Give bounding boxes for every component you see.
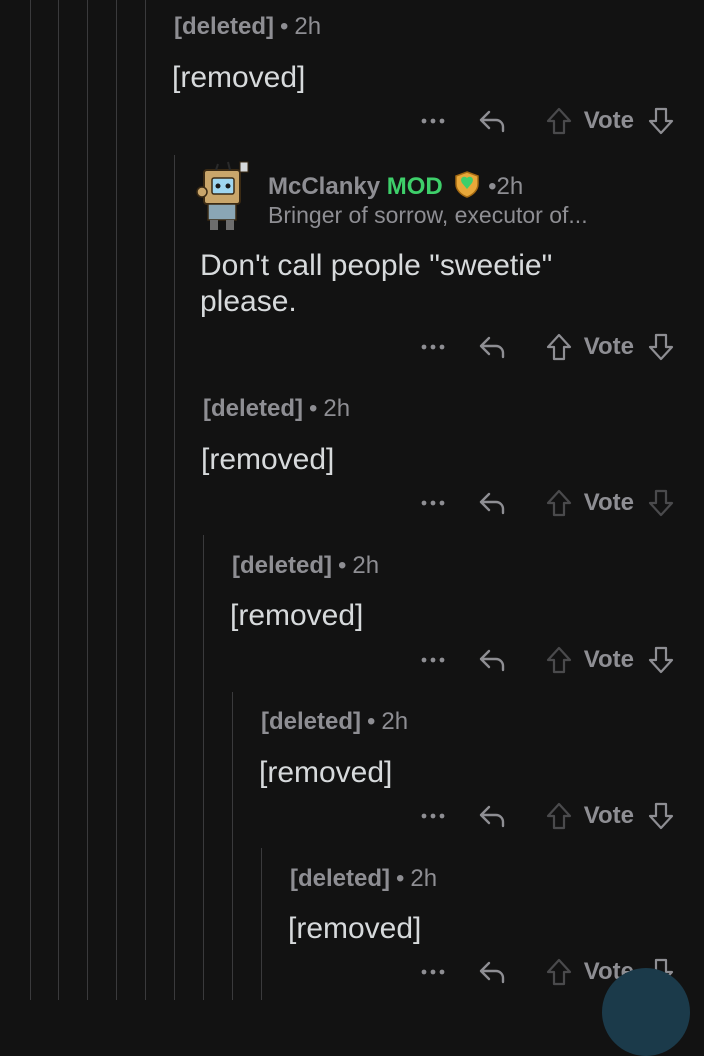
comment-body-line: please. (200, 285, 297, 318)
comment-body: [removed] (259, 756, 393, 789)
comment-meta: [deleted] • 2h (261, 708, 408, 736)
meta-separator: • (396, 865, 405, 892)
downvote-arrow-icon[interactable] (646, 798, 676, 834)
meta-separator: • (338, 552, 347, 579)
reply-arrow-icon[interactable] (476, 103, 508, 139)
thread-line (116, 0, 117, 1000)
vote-label: Vote (583, 802, 634, 829)
mod-badge: MOD (386, 173, 443, 200)
meta-separator: • (309, 395, 318, 422)
comment-time: 2h (352, 552, 380, 579)
downvote-arrow-icon[interactable] (646, 103, 676, 139)
vote-label: Vote (583, 489, 634, 516)
comment-author[interactable]: [deleted] (261, 708, 361, 735)
downvote-arrow-icon[interactable] (646, 485, 676, 521)
comment-body: [removed] (172, 61, 306, 94)
thread-line (232, 692, 233, 1000)
comment-author[interactable]: [deleted] (174, 13, 274, 40)
comment-actions: Vote (420, 798, 676, 834)
thread-line (87, 0, 88, 1000)
comment-meta: [deleted] • 2h (174, 13, 321, 41)
comment-actions: Vote (420, 103, 676, 139)
comment-actions: Vote (420, 485, 676, 521)
upvote-arrow-icon[interactable] (544, 485, 574, 521)
meta-separator: • (367, 708, 376, 735)
comment-time: 2h (381, 708, 409, 735)
more-dots-icon[interactable] (420, 485, 446, 521)
mod-shield-icon (453, 170, 481, 205)
comment-actions: Vote (420, 642, 676, 678)
comment-time: 2h (294, 13, 322, 40)
reply-arrow-icon[interactable] (476, 642, 508, 678)
upvote-arrow-icon[interactable] (544, 798, 574, 834)
comment-time: 2h (410, 865, 438, 892)
thread-line (58, 0, 59, 1000)
comment-body-line: Don't call people "sweetie" (200, 249, 553, 282)
upvote-arrow-icon[interactable] (544, 954, 574, 990)
comment-author[interactable]: [deleted] (203, 395, 303, 422)
comment-time: 2h (496, 173, 524, 200)
reply-arrow-icon[interactable] (476, 954, 508, 990)
upvote-arrow-icon[interactable] (544, 329, 574, 365)
more-dots-icon[interactable] (420, 103, 446, 139)
comment-body: [removed] (230, 599, 364, 632)
meta-separator: • (280, 13, 289, 40)
thread-line (174, 155, 175, 1000)
thread-line (145, 0, 146, 1000)
comment-meta: [deleted] • 2h (290, 865, 437, 893)
more-dots-icon[interactable] (420, 642, 446, 678)
comment-meta: McClanky MOD •2h (268, 170, 523, 205)
comment-actions: Vote (420, 329, 676, 365)
comment-time: 2h (323, 395, 351, 422)
more-dots-icon[interactable] (420, 329, 446, 365)
upvote-arrow-icon[interactable] (544, 642, 574, 678)
comment-body: [removed] (288, 912, 422, 945)
avatar[interactable] (194, 158, 252, 232)
comment-meta: [deleted] • 2h (232, 552, 379, 580)
thread-line (30, 0, 31, 1000)
vote-label: Vote (583, 333, 634, 360)
downvote-arrow-icon[interactable] (646, 642, 676, 678)
reply-arrow-icon[interactable] (476, 798, 508, 834)
thread-line (261, 848, 262, 1000)
vote-label: Vote (583, 646, 634, 673)
thread-line (203, 535, 204, 1000)
user-flair: Bringer of sorrow, executor of... (268, 202, 588, 228)
comment-author[interactable]: McClanky (268, 173, 380, 200)
downvote-arrow-icon[interactable] (646, 329, 676, 365)
vote-label: Vote (583, 107, 634, 134)
comment-body: Don't call people "sweetie" please. (200, 248, 552, 320)
reply-arrow-icon[interactable] (476, 485, 508, 521)
comment-body: [removed] (201, 443, 335, 476)
more-dots-icon[interactable] (420, 954, 446, 990)
comment-author[interactable]: [deleted] (290, 865, 390, 892)
comment-author[interactable]: [deleted] (232, 552, 332, 579)
reply-arrow-icon[interactable] (476, 329, 508, 365)
floating-action-button[interactable] (602, 968, 690, 1056)
comment-meta: [deleted] • 2h (203, 395, 350, 423)
more-dots-icon[interactable] (420, 798, 446, 834)
upvote-arrow-icon[interactable] (544, 103, 574, 139)
